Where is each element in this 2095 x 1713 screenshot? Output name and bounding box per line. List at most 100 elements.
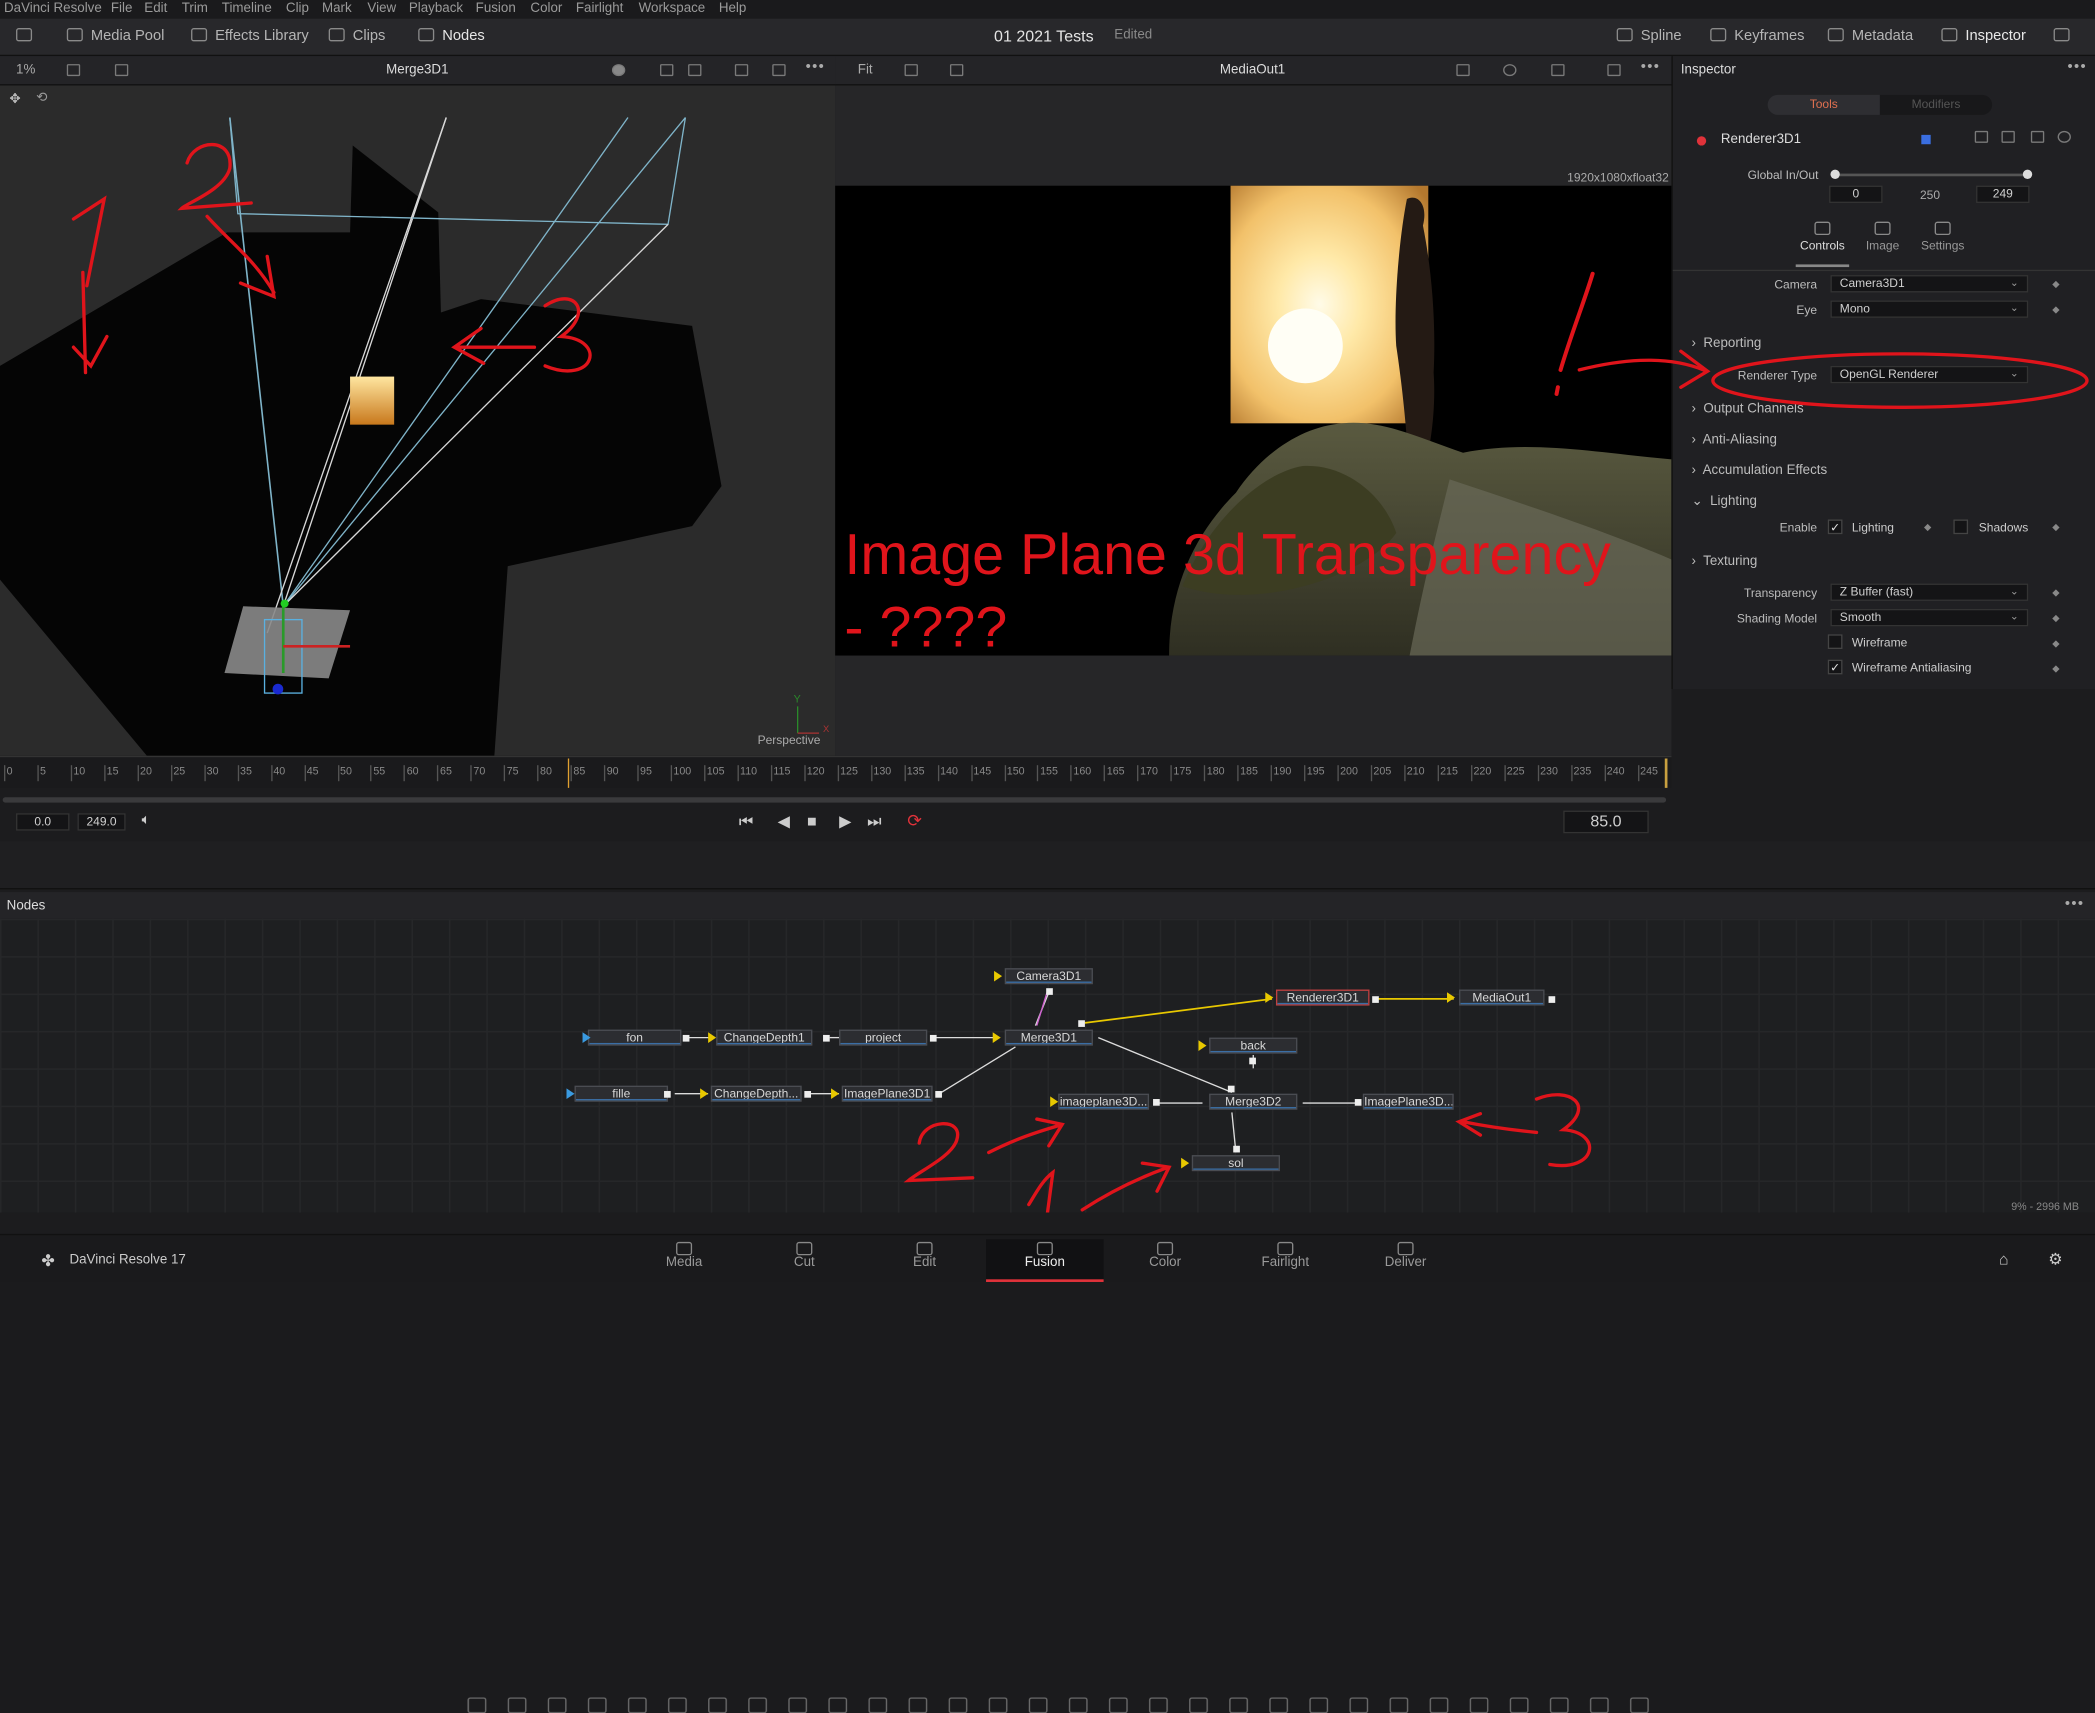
light3d-tool-icon[interactable] [1469, 1697, 1489, 1713]
transparency-dropdown[interactable]: Z Buffer (fast) ⌄ [1830, 583, 2029, 601]
layout-icon[interactable] [66, 64, 81, 77]
color-corrector-tool-icon[interactable] [788, 1697, 808, 1713]
bspline-tool-icon[interactable] [1189, 1697, 1208, 1713]
node-editor[interactable]: Camera3D1 Renderer3D1 MediaOut1 fon Chan… [0, 918, 2095, 1213]
end-frame-field[interactable]: 249.0 [77, 813, 126, 831]
shape3d-tool-icon[interactable] [1389, 1697, 1409, 1713]
roi-icon[interactable] [1456, 64, 1470, 77]
keyframe-icon[interactable]: ◆ [2052, 588, 2059, 598]
merge3d-tool-icon[interactable] [1589, 1697, 1609, 1713]
start-frame-field[interactable]: 0.0 [16, 813, 70, 831]
menu-view[interactable]: View [367, 1, 396, 16]
nodes-more-icon[interactable]: ••• [2065, 896, 2084, 912]
section-texturing[interactable]: › Texturing [1692, 554, 1758, 569]
reset-icon[interactable] [2057, 130, 2071, 143]
tracker-tool-icon[interactable] [948, 1697, 968, 1713]
menu-workspace[interactable]: Workspace [639, 1, 706, 16]
wireframe-aa-checkbox[interactable]: ✓ [1827, 659, 1843, 675]
glow-tool-icon[interactable] [748, 1697, 767, 1713]
spline-button[interactable]: Spline [1616, 28, 1682, 44]
resize-tool-icon[interactable] [1028, 1697, 1048, 1713]
tab-tools[interactable]: Tools [1767, 94, 1880, 115]
more-options-icon[interactable]: ••• [1641, 59, 1660, 75]
lighting-checkbox[interactable]: ✓ [1827, 519, 1843, 535]
audio-icon[interactable]: 🔈︎ [142, 812, 151, 829]
sphere-icon[interactable] [611, 64, 626, 77]
go-to-start-icon[interactable]: ⏮︎ [739, 812, 753, 832]
shape-tool-icon[interactable] [1309, 1697, 1329, 1713]
zoom-dropdown[interactable]: 1% [16, 63, 35, 78]
keyframes-button[interactable]: Keyframes [1710, 28, 1805, 44]
wireframe-checkbox[interactable] [1827, 634, 1843, 650]
text-tool-icon[interactable] [547, 1697, 567, 1713]
text3d-tool-icon[interactable] [1429, 1697, 1449, 1713]
tool-color-icon[interactable] [1921, 134, 1931, 145]
keyframe-icon[interactable]: ◆ [1924, 522, 1931, 532]
shadows-checkbox[interactable] [1953, 519, 1969, 535]
lock-icon[interactable] [2030, 130, 2045, 143]
shadow-icon[interactable] [734, 64, 749, 77]
menu-help[interactable]: Help [719, 1, 746, 16]
fit-dropdown[interactable]: Fit [858, 63, 873, 78]
menu-fusion[interactable]: Fusion [476, 1, 516, 16]
particles-tool-icon[interactable] [627, 1697, 647, 1713]
ellipse-tool-icon[interactable] [1108, 1697, 1128, 1713]
single-view-icon[interactable] [1607, 64, 1621, 77]
camera3d-tool-icon[interactable] [1509, 1697, 1529, 1713]
global-in-handle[interactable] [1830, 169, 1840, 179]
page-fusion[interactable]: Fusion [986, 1239, 1104, 1282]
panel-collapse-icon[interactable] [2053, 28, 2078, 44]
menu-playback[interactable]: Playback [409, 1, 463, 16]
layout-icon[interactable] [904, 64, 918, 77]
keyframe-icon[interactable]: ◆ [2052, 638, 2059, 649]
inspector-more-icon[interactable]: ••• [2068, 59, 2087, 75]
pbounce-tool-icon[interactable] [1269, 1697, 1289, 1713]
clips-button[interactable]: Clips [328, 28, 385, 44]
page-media[interactable]: Media [625, 1239, 743, 1282]
loop-icon[interactable]: ⟳ [907, 811, 922, 832]
section-lighting[interactable]: ⌄ Lighting [1692, 494, 1757, 509]
global-out-handle[interactable] [2022, 169, 2033, 179]
metadata-button[interactable]: Metadata [1827, 28, 1913, 44]
time-ruler[interactable]: 0 5 10 15 20 25 30 35 40 45 50 55 60 65 70 75 80 85 90 95 10… [0, 755, 1672, 788]
stop-icon[interactable]: ■ [807, 812, 817, 831]
page-color[interactable]: Color [1106, 1239, 1224, 1282]
light-icon[interactable] [688, 64, 702, 77]
menu-color[interactable]: Color [530, 1, 562, 16]
menu-timeline[interactable]: Timeline [222, 1, 272, 16]
background-tool-icon[interactable] [467, 1697, 487, 1713]
menu-edit[interactable]: Edit [144, 1, 167, 16]
global-out-field[interactable]: 249 [1976, 185, 2030, 203]
gear-icon[interactable]: ⚙ [2048, 1250, 2062, 1269]
more-options-icon[interactable]: ••• [806, 59, 825, 75]
3d-viewport[interactable]: Y X ✥ ⟲ Perspective [0, 85, 836, 756]
blur-tool-icon[interactable] [668, 1697, 687, 1713]
page-deliver[interactable]: Deliver [1347, 1239, 1465, 1282]
panel-toggle-icon[interactable] [16, 28, 40, 44]
paint-tool-icon[interactable] [587, 1697, 607, 1713]
keyframe-icon[interactable]: ◆ [2052, 522, 2059, 532]
section-accumulation-effects[interactable]: › Accumulation Effects [1692, 463, 1828, 478]
menu-mark[interactable]: Mark [322, 1, 352, 16]
keyframe-icon[interactable]: ◆ [2052, 664, 2059, 674]
keyframe-icon[interactable]: ◆ [2052, 613, 2059, 623]
menu-trim[interactable]: Trim [182, 1, 208, 16]
polygon-tool-icon[interactable] [1149, 1697, 1168, 1713]
page-cut[interactable]: Cut [746, 1239, 864, 1282]
lut-icon[interactable] [949, 64, 964, 77]
page-edit[interactable]: Edit [866, 1239, 984, 1282]
renderer3d-tool-icon[interactable] [1549, 1697, 1569, 1713]
shading-model-dropdown[interactable]: Smooth ⌄ [1830, 608, 2029, 627]
matte-tool-icon[interactable] [908, 1697, 928, 1713]
play-reverse-icon[interactable]: ◀ [778, 812, 790, 831]
tab-modifiers[interactable]: Modifiers [1879, 94, 1993, 115]
merge-tool-icon[interactable] [868, 1697, 888, 1713]
versions-icon[interactable] [1974, 130, 1989, 143]
transform-tool-icon[interactable] [988, 1697, 1008, 1713]
menu-app[interactable]: DaVinci Resolve [4, 1, 102, 16]
tool-enable-icon[interactable] [1696, 136, 1707, 146]
global-inout-slider[interactable] [1833, 173, 2029, 177]
home-icon[interactable]: ⌂ [1999, 1250, 2009, 1269]
pin-icon[interactable] [2001, 130, 2015, 143]
render-end-marker[interactable] [1664, 758, 1668, 788]
